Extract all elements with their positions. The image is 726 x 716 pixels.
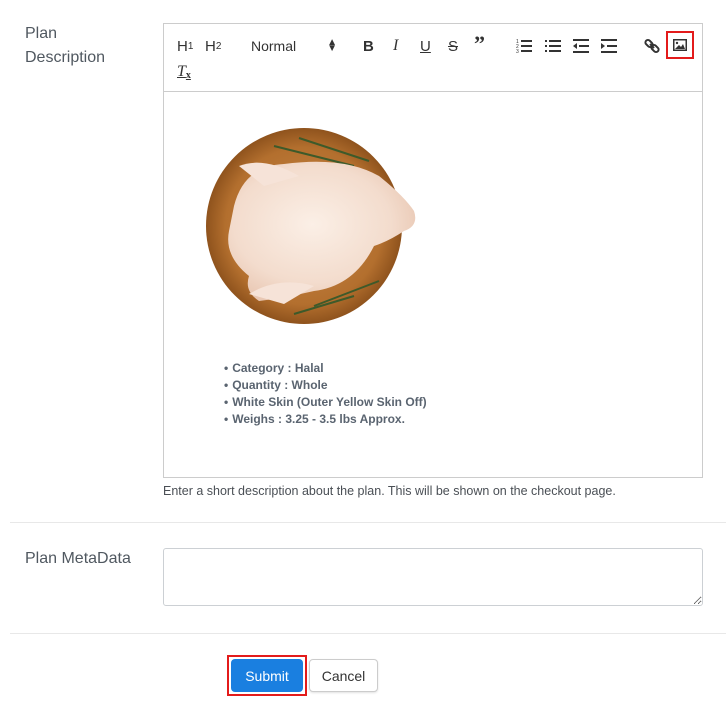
header-1-sub: 1 [187, 40, 194, 52]
editor-content[interactable]: Category : Halal Quantity : Whole White … [164, 92, 702, 478]
header-2-icon: H [205, 37, 216, 55]
section-divider [10, 522, 726, 523]
clear-format-x: x [185, 69, 191, 81]
underline-icon: U [420, 37, 431, 55]
link-button[interactable] [644, 35, 660, 57]
bullet-list-icon [545, 40, 561, 52]
image-icon [673, 39, 687, 51]
indent-icon [601, 39, 617, 53]
outdent-button[interactable] [573, 35, 589, 57]
strike-button[interactable]: S [448, 35, 458, 57]
ordered-list-icon: 1 2 3 [516, 39, 532, 54]
section-divider [10, 633, 726, 634]
submit-button[interactable]: Submit [231, 659, 303, 692]
editor-toolbar: H1 H2 Normal ▲ ▼ B I U S ” 1 2 3 T x [164, 24, 702, 92]
bold-icon: B [363, 37, 374, 55]
blockquote-button[interactable]: ” [474, 31, 485, 56]
outdent-icon [573, 39, 589, 53]
header-2-sub: 2 [215, 40, 222, 52]
header-2-button[interactable]: H2 [205, 35, 221, 57]
plan-metadata-input[interactable] [163, 548, 703, 606]
plan-details-list: Category : Halal Quantity : Whole White … [224, 360, 427, 428]
blockquote-icon: ” [474, 31, 485, 56]
list-item: Weighs : 3.25 - 3.5 lbs Approx. [224, 411, 427, 428]
picker-arrows-icon: ▲ ▼ [327, 37, 337, 54]
clear-format-icon: T [177, 63, 186, 80]
format-picker-value: Normal [251, 38, 297, 54]
list-item: Category : Halal [224, 360, 427, 377]
svg-text:3: 3 [516, 49, 519, 54]
italic-icon: I [393, 37, 399, 54]
description-help-text: Enter a short description about the plan… [163, 484, 616, 498]
list-item: White Skin (Outer Yellow Skin Off) [224, 394, 426, 411]
indent-button[interactable] [601, 35, 617, 57]
header-1-button[interactable]: H1 [177, 35, 193, 57]
clear-format-button[interactable]: Tx [177, 61, 191, 83]
list-item: Quantity : Whole [224, 377, 427, 394]
strike-icon: S [448, 37, 459, 55]
submit-highlight: Submit [227, 655, 307, 696]
image-button[interactable] [666, 31, 694, 59]
link-icon [644, 38, 660, 54]
ordered-list-button[interactable]: 1 2 3 [516, 35, 532, 57]
bold-button[interactable]: B [363, 35, 374, 57]
rich-text-editor[interactable]: H1 H2 Normal ▲ ▼ B I U S ” 1 2 3 T x • C… [163, 23, 703, 478]
header-1-icon: H [177, 37, 188, 55]
underline-button[interactable]: U [420, 35, 431, 57]
cancel-button[interactable]: Cancel [309, 659, 378, 692]
chicken-image [206, 128, 416, 324]
bullet-list-button[interactable] [545, 35, 561, 57]
plan-metadata-label: Plan MetaData [25, 550, 131, 567]
italic-button[interactable]: I [393, 35, 398, 57]
format-picker[interactable]: Normal ▲ ▼ [251, 35, 337, 57]
plan-description-label: Plan Description [25, 25, 106, 66]
